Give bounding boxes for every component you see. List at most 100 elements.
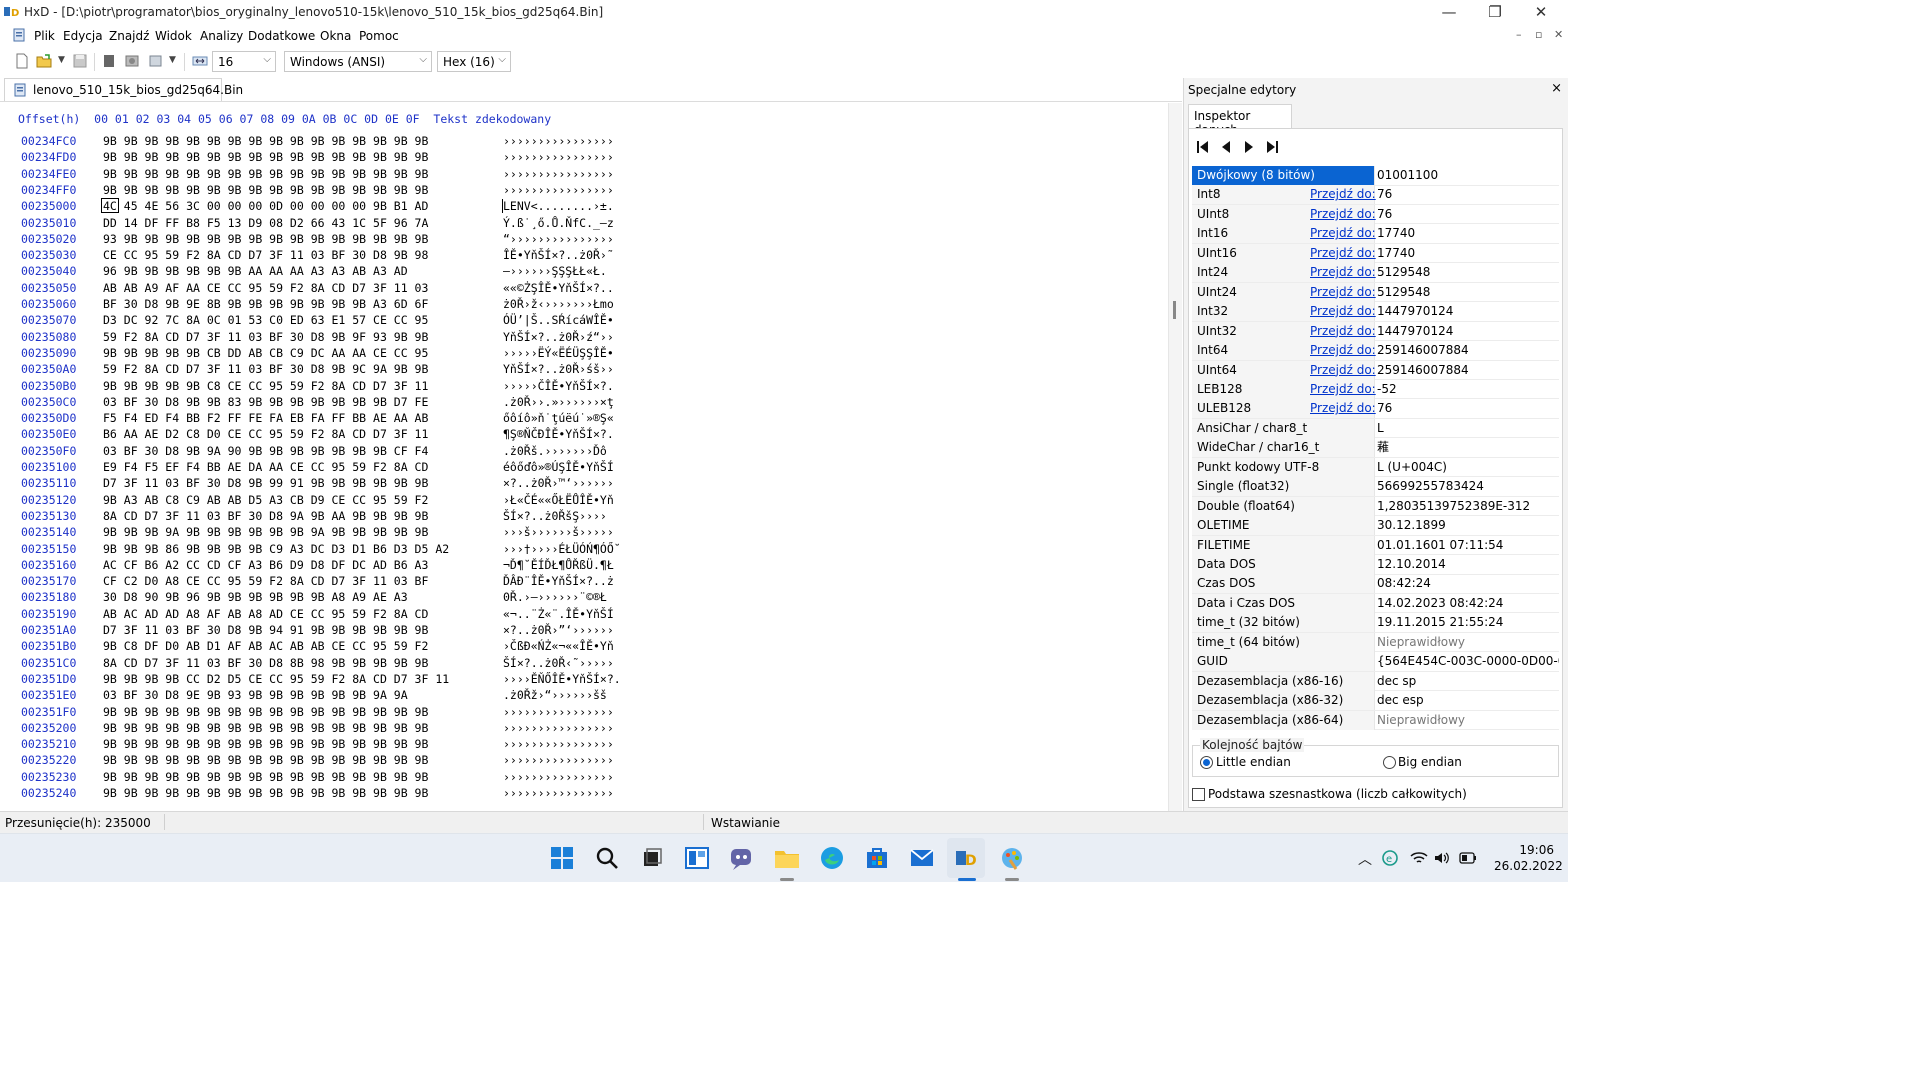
goto-link[interactable]: Przejdź do: xyxy=(1310,361,1376,380)
inspector-value[interactable]: dec esp xyxy=(1377,691,1559,710)
row-hex-bytes[interactable]: 9B 9B 9B 9B 9B 9B 9B 9B 9B 9B 9B 9B 9B 9… xyxy=(103,134,428,148)
inspector-row[interactable]: UInt8 Przejdź do: 76 xyxy=(1192,204,1559,225)
inspector-row[interactable]: Int64 Przejdź do: 259146007884 xyxy=(1192,341,1559,361)
row-decoded-text[interactable]: ĎÂĐ¨ÎĚ•YňŠÍ×?..ż xyxy=(503,574,614,588)
inspector-row[interactable]: Int8 Przejdź do: 76 xyxy=(1192,185,1559,205)
row-decoded-text[interactable]: ÎĚ•YňŠÍ×?..ż0Ř›˜ xyxy=(503,248,614,262)
open-dropdown-icon[interactable]: ▼ xyxy=(58,55,65,65)
last-icon[interactable] xyxy=(1264,139,1280,155)
hex-base-label[interactable]: Podstawa szesnastkowa (liczb całkowitych… xyxy=(1208,787,1467,801)
file-explorer-icon[interactable] xyxy=(773,844,801,872)
mdi-restore-button[interactable]: ▫ xyxy=(1535,28,1542,41)
row-hex-bytes[interactable]: D7 3F 11 03 BF 30 D8 9B 94 91 9B 9B 9B 9… xyxy=(103,623,428,637)
row-hex-bytes[interactable]: 9B 9B 9B 9B 9B 9B 9B 9B 9B 9B 9B 9B 9B 9… xyxy=(103,721,428,735)
row-hex-bytes[interactable]: E9 F4 F5 EF F4 BB AE DA AA CE CC 95 59 F… xyxy=(103,460,428,474)
inspector-row[interactable]: Dwójkowy (8 bitów) 01001100 xyxy=(1192,166,1559,186)
menu-widok[interactable]: Widok xyxy=(155,29,192,43)
inspector-row[interactable]: Dezasemblacja (x86-16) dec sp xyxy=(1192,671,1559,692)
tab-data-inspector[interactable]: Inspektor danych xyxy=(1188,104,1292,137)
inspector-row[interactable]: Data i Czas DOS 14.02.2023 08:42:24 xyxy=(1192,593,1559,614)
row-decoded-text[interactable]: őôíô»ň˙ţúëú˙»®Ş« xyxy=(503,411,614,425)
clock[interactable]: 19:06 26.02.2022 xyxy=(1494,842,1563,874)
inspector-value[interactable]: 08:42:24 xyxy=(1377,574,1559,593)
row-hex-bytes[interactable]: 9B 9B 9B 9A 9B 9B 9B 9B 9B 9B 9A 9B 9B 9… xyxy=(103,525,428,539)
row-decoded-text[interactable]: ›››››ËÝ«ËÉÜŞŞÎĚ• xyxy=(503,346,614,360)
close-button[interactable]: ✕ xyxy=(1518,0,1564,25)
row-hex-bytes[interactable]: CE CC 95 59 F2 8A CD D7 3F 11 03 BF 30 D… xyxy=(103,248,428,262)
row-hex-bytes[interactable]: F5 F4 ED F4 BB F2 FF FE FA EB FA FF BB A… xyxy=(103,411,428,425)
task-view-icon[interactable] xyxy=(638,844,666,872)
hxd-taskbar-icon[interactable]: D xyxy=(953,844,981,872)
open-folder-icon[interactable] xyxy=(36,53,52,69)
goto-link[interactable]: Przejdź do: xyxy=(1310,341,1376,360)
row-decoded-text[interactable]: ›››››››››››››››› xyxy=(503,786,614,800)
inspector-row[interactable]: UInt32 Przejdź do: 1447970124 xyxy=(1192,321,1559,342)
restore-button[interactable]: ❐ xyxy=(1472,0,1518,25)
inspector-row[interactable]: Dezasemblacja (x86-64) Nieprawidłowy xyxy=(1192,710,1559,731)
store-icon[interactable] xyxy=(863,844,891,872)
inspector-value[interactable]: 01.01.1601 07:11:54 xyxy=(1377,536,1559,555)
row-decoded-text[interactable]: LENV<........›±. xyxy=(503,199,614,213)
edge-tray-icon[interactable]: e xyxy=(1382,850,1398,866)
row-decoded-text[interactable]: ŠÍ×?..ż0Ř‹˜››››› xyxy=(503,656,614,670)
row-decoded-text[interactable]: 0Ř.›–››››››¨©®Ł xyxy=(503,590,607,604)
row-decoded-text[interactable]: ×?..ż0Ř›™‘›››››› xyxy=(503,476,614,490)
inspector-value[interactable]: 76 xyxy=(1377,185,1559,204)
inspector-row[interactable]: ULEB128 Przejdź do: 76 xyxy=(1192,399,1559,419)
inspector-row[interactable]: Double (float64) 1,28035139752389E-312 xyxy=(1192,496,1559,517)
row-decoded-text[interactable]: ›››››ČÎĚ•YňŠÍ×?. xyxy=(503,379,614,393)
row-hex-bytes[interactable]: 9B 9B 9B 9B 9B C8 CE CC 95 59 F2 8A CD D… xyxy=(103,379,428,393)
row-decoded-text[interactable]: ÓÜ’|Š..SŔícáWÎĚ• xyxy=(503,313,614,327)
inspector-value[interactable]: 1447970124 xyxy=(1377,322,1559,341)
goto-link[interactable]: Przejdź do: xyxy=(1310,283,1376,302)
inspector-row[interactable]: Czas DOS 08:42:24 xyxy=(1192,574,1559,594)
inspector-row[interactable]: Data DOS 12.10.2014 xyxy=(1192,555,1559,575)
hex-base-checkbox[interactable] xyxy=(1192,788,1205,801)
row-hex-bytes[interactable]: D3 DC 92 7C 8A 0C 01 53 C0 ED 63 E1 57 C… xyxy=(103,313,428,327)
hex-editor[interactable]: Offset(h) 00 01 02 03 04 05 06 07 08 09 … xyxy=(0,103,1182,811)
row-hex-bytes[interactable]: AB AC AD AD A8 AF AB A8 AD CE CC 95 59 F… xyxy=(103,607,428,621)
row-hex-bytes[interactable]: 9B 9B 9B 9B 9B 9B 9B 9B 9B 9B 9B 9B 9B 9… xyxy=(103,150,428,164)
volume-icon[interactable] xyxy=(1434,851,1450,865)
row-decoded-text[interactable]: Ý.ß˙¸ő.Ů.ŇfC._–z xyxy=(503,216,614,230)
row-hex-bytes[interactable]: 30 D8 90 9B 96 9B 9B 9B 9B 9B 9B A8 A9 A… xyxy=(103,590,408,604)
paint-icon[interactable] xyxy=(998,844,1026,872)
ram-icon[interactable] xyxy=(101,53,117,69)
row-hex-bytes[interactable]: 9B C8 DF D0 AB D1 AF AB AC AB AB CE CC 9… xyxy=(103,639,428,653)
inspector-value[interactable]: 17740 xyxy=(1377,224,1559,243)
row-hex-bytes[interactable]: 9B 9B 9B 9B 9B 9B 9B 9B 9B 9B 9B 9B 9B 9… xyxy=(103,705,428,719)
row-hex-bytes[interactable]: 9B 9B 9B 9B 9B CB DD AB CB C9 DC AA AA C… xyxy=(103,346,428,360)
charset-select[interactable]: Windows (ANSI) ⌵ xyxy=(284,51,432,72)
new-file-icon[interactable] xyxy=(14,53,30,69)
menu-znajdz[interactable]: Znajdź xyxy=(109,29,149,43)
inspector-row[interactable]: time_t (64 bitów) Nieprawidłowy xyxy=(1192,632,1559,653)
mdi-close-button[interactable]: ✕ xyxy=(1554,28,1563,41)
menu-okna[interactable]: Okna xyxy=(320,29,351,43)
goto-link[interactable]: Przejdź do: xyxy=(1310,263,1376,282)
menu-edycja[interactable]: Edycja xyxy=(63,29,103,43)
bytes-per-row-select[interactable]: 16 ⌵ xyxy=(212,51,276,72)
inspector-row[interactable]: Dezasemblacja (x86-32) dec esp xyxy=(1192,691,1559,711)
offset-base-select[interactable]: Hex (16) ⌵ xyxy=(437,51,511,72)
row-hex-bytes[interactable]: 8A CD D7 3F 11 03 BF 30 D8 8B 98 9B 9B 9… xyxy=(103,656,428,670)
big-endian-label[interactable]: Big endian xyxy=(1398,755,1462,769)
row-decoded-text[interactable]: ›››››››››››››››› xyxy=(503,183,614,197)
row-decoded-text[interactable]: ›››››››››››››››› xyxy=(503,150,614,164)
row-hex-bytes[interactable]: D7 3F 11 03 BF 30 D8 9B 99 91 9B 9B 9B 9… xyxy=(103,476,428,490)
disk-icon[interactable] xyxy=(124,53,140,69)
inspector-row[interactable]: Int24 Przejdź do: 5129548 xyxy=(1192,263,1559,283)
goto-link[interactable]: Przejdź do: xyxy=(1310,244,1376,263)
goto-link[interactable]: Przejdź do: xyxy=(1310,399,1376,418)
inspector-value[interactable]: 30.12.1899 xyxy=(1377,516,1559,535)
inspector-row[interactable]: UInt64 Przejdź do: 259146007884 xyxy=(1192,360,1559,380)
row-decoded-text[interactable]: ŠÍ×?..ż0ŘšŞ›››› xyxy=(503,509,607,523)
menu-pomoc[interactable]: Pomoc xyxy=(359,29,399,43)
row-hex-bytes[interactable]: 8A CD D7 3F 11 03 BF 30 D8 9A 9B AA 9B 9… xyxy=(103,509,428,523)
row-hex-bytes[interactable]: 03 BF 30 D8 9B 9A 90 9B 9B 9B 9B 9B 9B 9… xyxy=(103,444,428,458)
little-endian-radio[interactable] xyxy=(1200,756,1213,769)
inspector-value[interactable]: 76 xyxy=(1377,399,1559,418)
row-decoded-text[interactable]: YňŠÍ×?..ż0Ř›śš›› xyxy=(503,362,614,376)
inspector-row[interactable]: AnsiChar / char8_t L xyxy=(1192,418,1559,439)
battery-icon[interactable] xyxy=(1459,852,1477,864)
row-decoded-text[interactable]: ›››››››››››››››› xyxy=(503,721,614,735)
